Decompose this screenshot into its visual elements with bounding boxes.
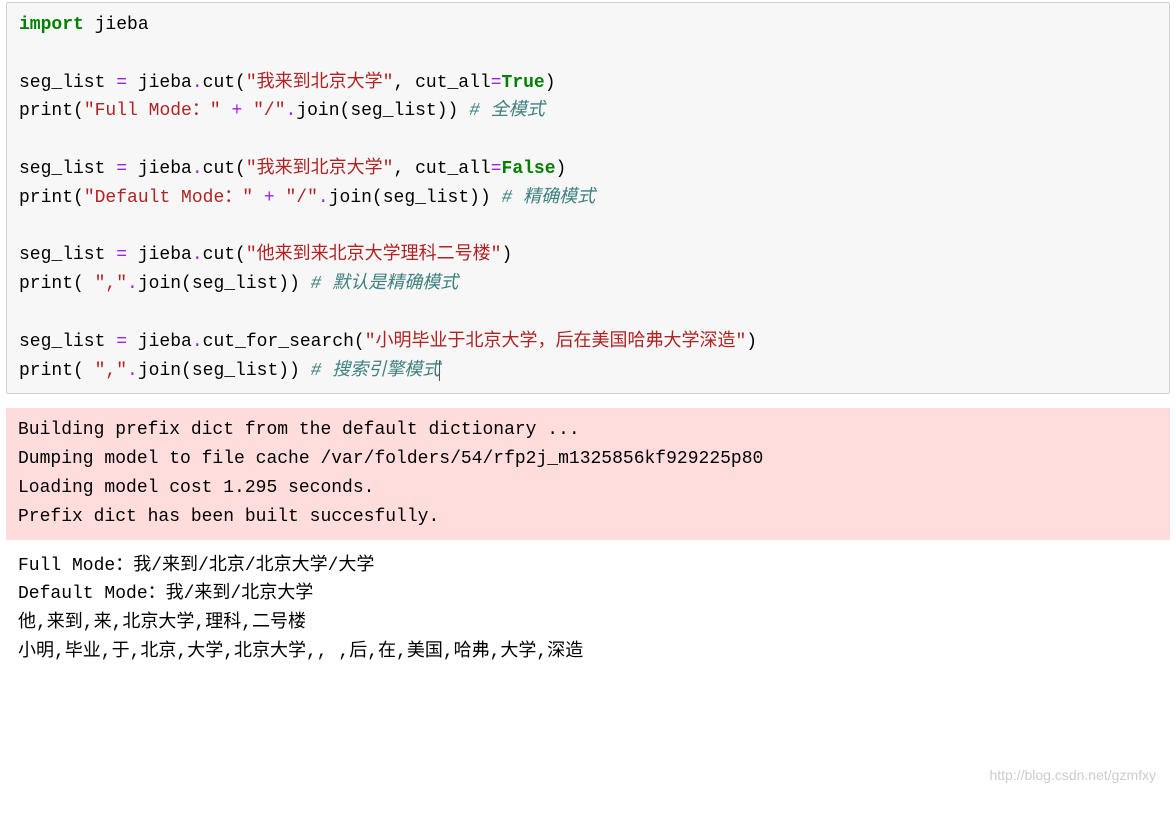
op-plus: + bbox=[264, 188, 275, 208]
stdout-line: 小明,毕业,于,北京,大学,北京大学,, ,后,在,美国,哈弗,大学,深造 bbox=[18, 642, 583, 662]
stdout-line: 他,来到,来,北京大学,理科,二号楼 bbox=[18, 613, 306, 633]
t: cut_for_search( bbox=[203, 332, 365, 352]
stderr-line: Dumping model to file cache /var/folders… bbox=[18, 449, 763, 469]
t: jieba bbox=[127, 73, 192, 93]
module-name: jieba bbox=[95, 15, 149, 35]
watermark-text: http://blog.csdn.net/gzmfxy bbox=[989, 764, 1156, 786]
op-assign: = bbox=[116, 332, 127, 352]
string-literal: "我来到北京大学" bbox=[246, 159, 394, 179]
op-dot: . bbox=[192, 332, 203, 352]
t: ( bbox=[73, 188, 84, 208]
stdout-line: Default Mode：我/来到/北京大学 bbox=[18, 584, 313, 604]
string-literal: "我来到北京大学" bbox=[246, 73, 394, 93]
comment: # 默认是精确模式 bbox=[311, 274, 459, 294]
op-dot: . bbox=[192, 159, 203, 179]
t: seg_list bbox=[19, 159, 116, 179]
op-assign: = bbox=[491, 73, 502, 93]
op-assign: = bbox=[116, 245, 127, 265]
string-literal: "Full Mode：" bbox=[84, 101, 221, 121]
t: join(seg_list)) bbox=[329, 188, 502, 208]
stderr-line: Prefix dict has been built succesfully. bbox=[18, 507, 439, 527]
t: ( bbox=[73, 274, 95, 294]
fn-print: print bbox=[19, 188, 73, 208]
string-literal: "," bbox=[95, 361, 127, 381]
t: join(seg_list)) bbox=[138, 361, 311, 381]
t bbox=[275, 188, 286, 208]
t bbox=[221, 101, 232, 121]
op-dot: . bbox=[127, 274, 138, 294]
t: join(seg_list)) bbox=[138, 274, 311, 294]
t: join(seg_list)) bbox=[296, 101, 469, 121]
comment: # 全模式 bbox=[469, 101, 545, 121]
t: cut( bbox=[203, 159, 246, 179]
op-dot: . bbox=[318, 188, 329, 208]
t bbox=[253, 188, 264, 208]
t: jieba bbox=[127, 245, 192, 265]
t: jieba bbox=[127, 159, 192, 179]
text-cursor bbox=[439, 361, 440, 381]
op-assign: = bbox=[116, 159, 127, 179]
t: ( bbox=[73, 101, 84, 121]
stderr-line: Building prefix dict from the default di… bbox=[18, 420, 580, 440]
t: cut( bbox=[203, 73, 246, 93]
code-input-cell[interactable]: import jieba seg_list = jieba.cut("我来到北京… bbox=[6, 2, 1170, 394]
t: jieba bbox=[127, 332, 192, 352]
stderr-line: Loading model cost 1.295 seconds. bbox=[18, 478, 374, 498]
comment: # 搜索引擎模式 bbox=[311, 361, 441, 381]
keyword-import: import bbox=[19, 15, 84, 35]
op-dot: . bbox=[286, 101, 297, 121]
string-literal: "小明毕业于北京大学，后在美国哈弗大学深造" bbox=[365, 332, 747, 352]
op-plus: + bbox=[231, 101, 242, 121]
fn-print: print bbox=[19, 361, 73, 381]
t: cut( bbox=[203, 245, 246, 265]
t: ) bbox=[556, 159, 567, 179]
op-dot: . bbox=[192, 245, 203, 265]
t: seg_list bbox=[19, 73, 116, 93]
t: ( bbox=[73, 361, 95, 381]
t: , cut_all bbox=[393, 73, 490, 93]
string-literal: "," bbox=[95, 274, 127, 294]
string-literal: "/" bbox=[253, 101, 285, 121]
stderr-output: Building prefix dict from the default di… bbox=[6, 408, 1170, 539]
t: seg_list bbox=[19, 332, 116, 352]
string-literal: "/" bbox=[286, 188, 318, 208]
stdout-line: Full Mode：我/来到/北京/北京大学/大学 bbox=[18, 556, 374, 576]
t: seg_list bbox=[19, 245, 116, 265]
t bbox=[242, 101, 253, 121]
t: , cut_all bbox=[393, 159, 490, 179]
op-assign: = bbox=[116, 73, 127, 93]
op-dot: . bbox=[127, 361, 138, 381]
bool-true: True bbox=[502, 73, 545, 93]
comment: # 精确模式 bbox=[502, 188, 596, 208]
t: ) bbox=[545, 73, 556, 93]
t: ) bbox=[746, 332, 757, 352]
op-dot: . bbox=[192, 73, 203, 93]
fn-print: print bbox=[19, 274, 73, 294]
string-literal: "Default Mode：" bbox=[84, 188, 253, 208]
fn-print: print bbox=[19, 101, 73, 121]
t bbox=[84, 15, 95, 35]
string-literal: "他来到来北京大学理科二号楼" bbox=[246, 245, 502, 265]
op-assign: = bbox=[491, 159, 502, 179]
stdout-output: Full Mode：我/来到/北京/北京大学/大学 Default Mode：我… bbox=[6, 544, 1170, 675]
bool-false: False bbox=[502, 159, 556, 179]
t: ) bbox=[501, 245, 512, 265]
